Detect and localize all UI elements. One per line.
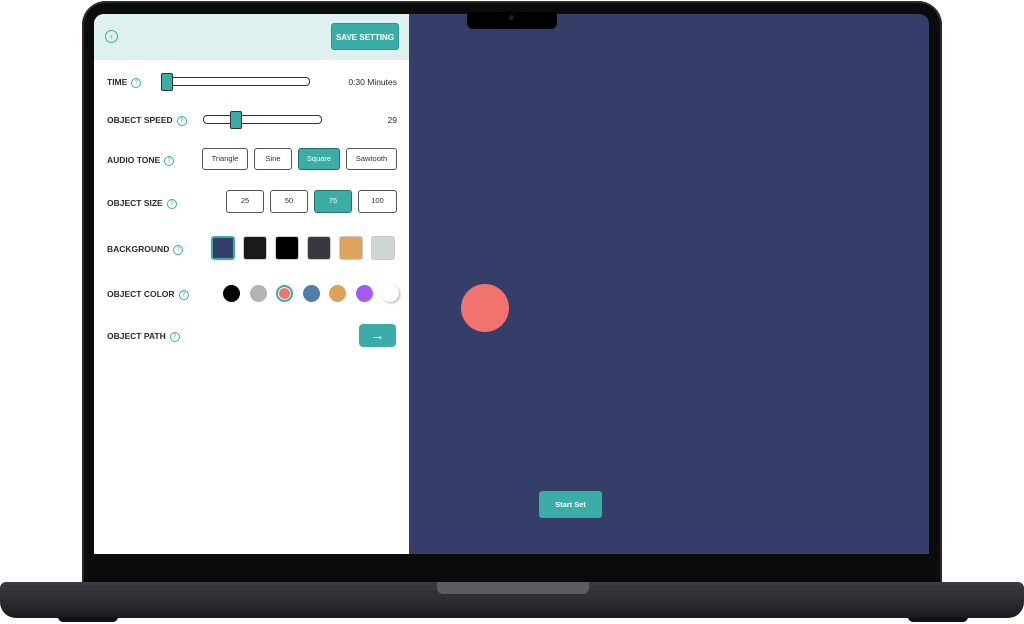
back-button[interactable]: ‹: [105, 30, 118, 43]
background-label: BACKGROUND?: [107, 244, 184, 255]
help-icon[interactable]: ?: [131, 77, 142, 88]
save-setting-button[interactable]: SAVE SETTING: [331, 23, 399, 50]
start-set-button[interactable]: Start Set: [539, 491, 602, 518]
size-option-100[interactable]: 100: [358, 190, 397, 213]
camera-icon: [509, 15, 514, 20]
object-speed-slider-thumb[interactable]: [229, 111, 242, 129]
object-speed-label: OBJECT SPEED?: [107, 115, 187, 126]
preview-object: [461, 284, 509, 332]
object-color-option[interactable]: [355, 285, 373, 302]
object-path-label: OBJECT PATH?: [107, 331, 180, 342]
time-label: TIME?: [107, 77, 142, 88]
help-icon[interactable]: ?: [164, 155, 175, 166]
settings-header: ‹ SAVE SETTING: [94, 14, 409, 60]
object-color-label-text: OBJECT COLOR: [107, 289, 175, 299]
arrow-right-icon: →: [370, 327, 385, 343]
object-color-option[interactable]: [329, 285, 346, 302]
tone-option-square[interactable]: Square: [298, 148, 340, 170]
size-option-25[interactable]: 25: [226, 190, 264, 213]
size-option-50[interactable]: 50: [270, 190, 308, 213]
camera-notch: [467, 12, 557, 29]
object-speed-slider[interactable]: [203, 115, 322, 124]
background-swatch[interactable]: [371, 236, 395, 260]
background-swatch[interactable]: [339, 236, 363, 260]
help-icon[interactable]: ?: [176, 115, 187, 126]
help-icon[interactable]: ?: [173, 244, 184, 255]
audio-tone-label-text: AUDIO TONE: [107, 155, 161, 165]
object-path-button[interactable]: →: [359, 324, 396, 347]
laptop-foot: [58, 617, 118, 622]
object-color-option[interactable]: [249, 285, 267, 302]
laptop-opening-lip: [437, 582, 589, 594]
background-swatch[interactable]: [275, 236, 299, 260]
audio-tone-label: AUDIO TONE?: [107, 155, 175, 166]
tone-option-sine[interactable]: Sine: [254, 148, 292, 170]
time-slider[interactable]: [161, 77, 310, 86]
object-size-label-text: OBJECT SIZE: [107, 198, 163, 208]
background-label-text: BACKGROUND: [107, 244, 170, 254]
object-color-option[interactable]: [302, 285, 320, 302]
time-value: 0:30 Minutes: [348, 77, 397, 87]
object-color-label: OBJECT COLOR?: [107, 289, 189, 300]
background-swatch[interactable]: [307, 236, 331, 260]
laptop-foot: [908, 617, 968, 622]
time-label-text: TIME: [107, 77, 128, 87]
tone-option-triangle[interactable]: Triangle: [202, 148, 248, 170]
help-icon[interactable]: ?: [169, 331, 180, 342]
object-speed-label-text: OBJECT SPEED: [107, 115, 173, 125]
object-speed-value: 29: [387, 115, 397, 125]
object-color-option[interactable]: [382, 285, 399, 302]
background-swatch[interactable]: [211, 236, 235, 260]
background-swatch[interactable]: [243, 236, 267, 260]
object-color-option[interactable]: [276, 285, 293, 302]
tone-option-sawtooth[interactable]: Sawtooth: [346, 148, 397, 170]
settings-panel: ‹ SAVE SETTING TIME? 0:30 Minutes OBJECT…: [94, 14, 409, 554]
time-slider-thumb[interactable]: [161, 73, 173, 91]
help-icon[interactable]: ?: [178, 289, 189, 300]
object-size-label: OBJECT SIZE?: [107, 198, 177, 209]
object-path-label-text: OBJECT PATH: [107, 331, 166, 341]
size-option-75[interactable]: 75: [314, 190, 352, 213]
object-color-option[interactable]: [223, 285, 240, 302]
app-screen: ‹ SAVE SETTING TIME? 0:30 Minutes OBJECT…: [94, 14, 929, 554]
help-icon[interactable]: ?: [166, 198, 177, 209]
